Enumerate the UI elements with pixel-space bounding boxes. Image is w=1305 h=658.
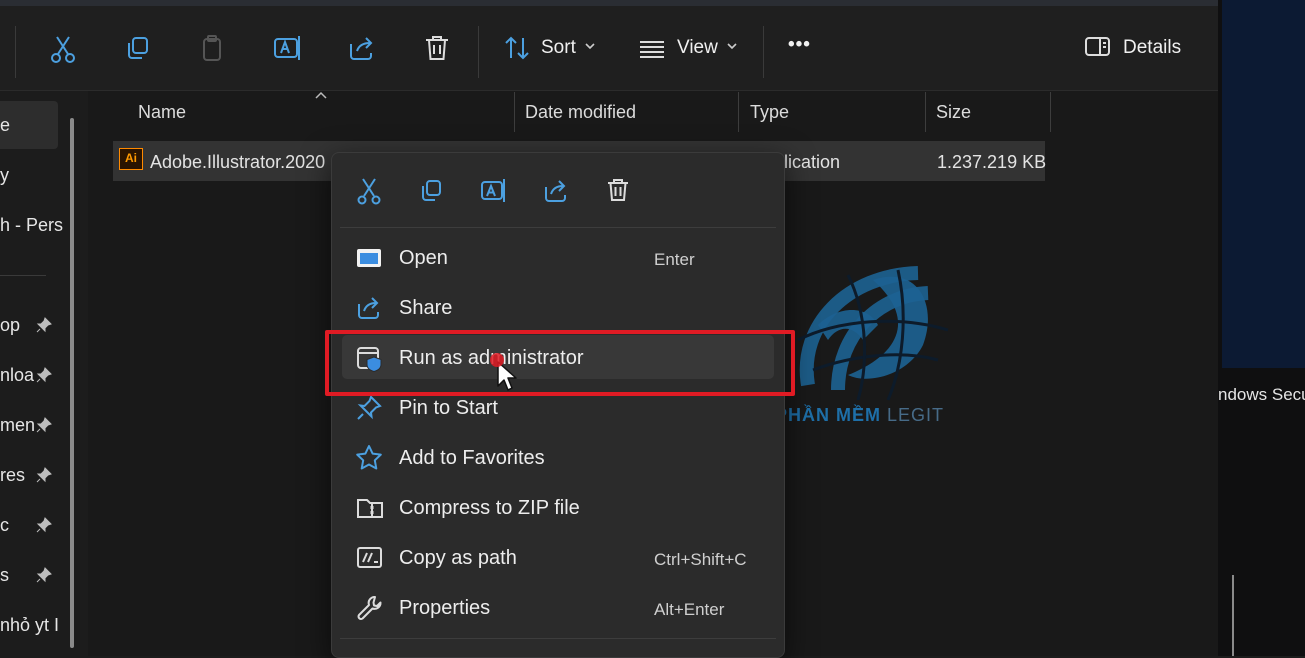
share-icon[interactable] (543, 178, 571, 206)
sidebar-item[interactable]: res (0, 465, 34, 486)
menu-item-add-to-favorites[interactable]: Add to Favorites (399, 447, 545, 470)
pin-icon (36, 317, 52, 338)
sort-ascending-icon (314, 90, 328, 100)
menu-divider (340, 638, 776, 639)
wrench-icon (356, 594, 384, 622)
chevron-down-icon (726, 40, 738, 52)
open-icon (355, 245, 383, 273)
sidebar-item[interactable]: op (0, 315, 34, 336)
column-header-name[interactable]: Name (138, 102, 186, 123)
context-menu: Open Enter Share Run as administrator Pi… (331, 152, 785, 658)
file-name[interactable]: Adobe.Illustrator.2020 (150, 152, 325, 173)
highlight-annotation-box (325, 330, 795, 396)
column-divider[interactable] (514, 92, 515, 132)
path-icon (356, 545, 384, 573)
pin-icon (36, 467, 52, 488)
menu-accelerator: Enter (654, 250, 695, 269)
pin-icon (36, 567, 52, 588)
pin-icon (356, 395, 384, 423)
share-icon[interactable] (348, 34, 378, 64)
menu-item-pin-to-start[interactable]: Pin to Start (399, 397, 498, 420)
background-window-blue (1222, 0, 1305, 368)
menu-item-open[interactable]: Open (399, 247, 448, 270)
toolbar-divider (763, 26, 764, 78)
sidebar-scrollbar[interactable] (70, 118, 74, 648)
sidebar-item[interactable]: s (0, 565, 34, 586)
file-size: 1.237.219 KB (937, 152, 1047, 172)
sidebar-item[interactable]: e (0, 115, 68, 136)
sidebar-item[interactable]: c (0, 515, 34, 536)
menu-item-compress-to-zip[interactable]: Compress to ZIP file (399, 497, 580, 520)
column-divider[interactable] (738, 92, 739, 132)
sidebar-item[interactable]: nhỏ yt I (0, 615, 68, 636)
menu-item-share[interactable]: Share (399, 297, 452, 320)
view-icon[interactable] (638, 34, 668, 64)
menu-item-properties[interactable]: Properties (399, 597, 490, 620)
toolbar-divider (15, 26, 16, 78)
toolbar-divider (478, 26, 479, 78)
copy-icon[interactable] (419, 178, 447, 206)
trash-icon[interactable] (606, 177, 634, 205)
sidebar-item[interactable]: men (0, 415, 34, 436)
column-header-type[interactable]: Type (750, 102, 789, 123)
paste-icon[interactable] (199, 34, 229, 64)
copy-icon[interactable] (124, 34, 154, 64)
star-icon (355, 444, 383, 472)
more-options-button[interactable]: ••• (788, 34, 811, 56)
click-indicator (490, 353, 504, 367)
sidebar-item[interactable]: y (0, 165, 68, 186)
scissors-icon[interactable] (356, 177, 384, 205)
watermark-suffix: LEGIT (887, 405, 945, 425)
share-icon (356, 295, 384, 323)
navigation-pane: e y h - Pers op nloac men res c s nhỏ yt… (0, 91, 88, 656)
pin-icon (36, 517, 52, 538)
watermark-brand: PHẦN MỀM (775, 405, 881, 425)
sidebar-item[interactable]: h - Pers (0, 215, 68, 236)
view-button[interactable]: View (677, 37, 718, 59)
background-scrollbar (1232, 575, 1234, 656)
menu-accelerator: Alt+Enter (654, 600, 725, 619)
zip-icon (356, 495, 384, 523)
menu-divider (340, 227, 776, 228)
column-header-date-modified[interactable]: Date modified (525, 102, 636, 123)
file-type: lication (784, 152, 841, 172)
sort-icon[interactable] (503, 34, 533, 64)
column-divider[interactable] (925, 92, 926, 132)
sidebar-item[interactable]: nloac (0, 365, 34, 386)
column-divider[interactable] (1050, 92, 1051, 132)
chevron-down-icon (584, 40, 596, 52)
watermark-text: PHẦN MỀM LEGIT (775, 405, 944, 426)
pin-icon (36, 367, 52, 388)
illustrator-file-icon: Ai (119, 148, 143, 170)
rename-icon[interactable] (273, 34, 303, 64)
menu-accelerator: Ctrl+Shift+C (654, 550, 747, 569)
column-header-size[interactable]: Size (936, 102, 971, 123)
menu-item-copy-as-path[interactable]: Copy as path (399, 547, 517, 570)
background-window-title: ndows Secu (1218, 385, 1305, 404)
details-pane-icon[interactable] (1084, 34, 1114, 64)
scissors-icon[interactable] (49, 34, 79, 64)
command-bar: Sort View ••• Details (0, 6, 1218, 91)
trash-icon[interactable] (424, 34, 454, 64)
details-button[interactable]: Details (1123, 37, 1181, 59)
rename-icon[interactable] (480, 178, 508, 206)
sort-button[interactable]: Sort (541, 37, 576, 59)
sidebar-divider (0, 275, 46, 276)
pin-icon (36, 417, 52, 438)
